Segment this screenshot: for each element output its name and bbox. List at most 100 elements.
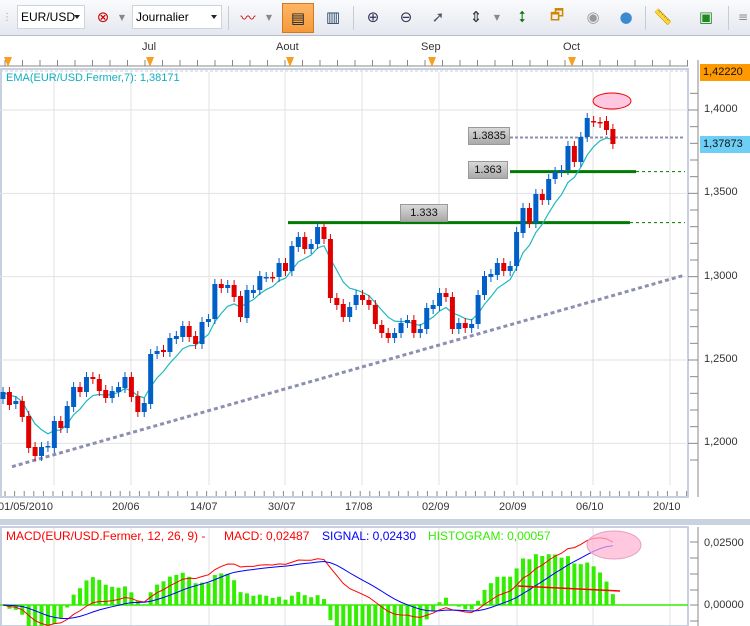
histogram-bar <box>289 595 294 605</box>
candle <box>565 146 571 170</box>
timeframe-select[interactable]: Journalier <box>132 5 222 29</box>
chevron-down-icon[interactable]: ▼ <box>493 5 501 29</box>
separator <box>645 6 646 30</box>
candle <box>539 194 545 200</box>
date-label: 06/10 <box>576 501 604 513</box>
pointer-zoom-icon[interactable]: ➚ <box>427 5 449 29</box>
symbol-select[interactable]: EUR/USD <box>17 5 85 29</box>
eye-icon[interactable]: ◉ <box>582 5 604 29</box>
date-label: 30/07 <box>268 501 296 513</box>
candle <box>546 179 552 200</box>
candle <box>449 297 455 329</box>
zoom-in-icon[interactable]: ⊕ <box>362 5 384 29</box>
histogram-bar <box>527 559 532 605</box>
zoom-out-icon[interactable]: ⊖ <box>395 5 417 29</box>
candle <box>372 305 378 324</box>
candle <box>244 290 250 318</box>
highlight-ellipse <box>586 530 642 560</box>
candle <box>173 336 179 339</box>
histogram-bar <box>315 595 320 605</box>
candle <box>366 300 372 305</box>
histogram-value: HISTOGRAM: 0,00057 <box>428 529 551 543</box>
candle <box>385 333 391 338</box>
price-tick: 1,2500 <box>704 353 738 365</box>
toolbar: ⋮ EUR/USD ⊗ ▼ Journalier 〰 ▼ ▤ ▥ ⊕ ⊖ ➚ ⇕… <box>0 0 750 36</box>
candle <box>482 276 487 295</box>
candle <box>514 232 520 266</box>
chart-bars-icon[interactable]: ▤ <box>282 3 314 33</box>
candle <box>6 392 12 405</box>
ruler-icon[interactable]: 📏 <box>652 5 674 29</box>
histogram-bar <box>309 597 314 605</box>
histogram-bar <box>58 605 63 619</box>
signal-value: SIGNAL: 0,02430 <box>322 529 417 543</box>
candle <box>154 351 160 354</box>
histogram-bar <box>591 566 596 605</box>
chart-type-icon[interactable]: 〰 <box>237 5 259 29</box>
pane-splitter <box>0 519 750 525</box>
histogram-bar <box>495 576 500 605</box>
symbol-value: EUR/USD <box>21 10 76 24</box>
candle <box>295 237 301 247</box>
histogram-bar <box>251 595 256 605</box>
fit-vertical-icon[interactable]: ⭥ <box>511 5 533 29</box>
candle <box>559 170 565 172</box>
candle <box>282 263 288 271</box>
histogram-bar <box>418 605 423 626</box>
candle <box>456 323 462 329</box>
histogram-bar <box>392 605 397 626</box>
chevron-down-icon[interactable]: ▼ <box>118 5 126 29</box>
candle <box>231 285 237 297</box>
candle <box>0 392 6 399</box>
histogram-bar <box>578 564 583 605</box>
more-icon[interactable]: ≡ <box>738 5 748 29</box>
candle <box>379 325 385 333</box>
macd-tick: 0,00000 <box>704 599 744 611</box>
macd-title: MACD(EUR/USD.Fermer, 12, 26, 9) - <box>6 529 206 543</box>
candle <box>135 396 141 412</box>
candle <box>141 403 147 412</box>
candle <box>488 274 494 277</box>
macd-tick: 0,02500 <box>704 537 744 549</box>
chart-list-icon[interactable]: ▥ <box>322 5 344 29</box>
histogram-bar <box>174 574 179 605</box>
candle <box>64 406 70 428</box>
date-label: 14/07 <box>190 501 218 513</box>
candle <box>308 244 314 249</box>
candle <box>58 421 64 428</box>
separator <box>353 6 354 30</box>
histogram-bar <box>244 593 249 605</box>
candle <box>430 305 436 309</box>
histogram-bar <box>270 598 275 605</box>
histogram-bar <box>585 562 590 605</box>
histogram-bar <box>559 557 564 605</box>
candle <box>109 391 115 398</box>
histogram-bar <box>572 563 577 605</box>
candle <box>225 285 231 288</box>
level-label[interactable]: 1.363 <box>468 161 508 179</box>
histogram-bar <box>71 594 76 605</box>
histogram-bar <box>354 605 359 626</box>
candle <box>180 326 186 337</box>
price-tick: 1,3000 <box>704 270 738 282</box>
date-label: 20/10 <box>653 501 681 513</box>
candle <box>603 121 609 130</box>
globe-icon[interactable]: ● <box>615 5 637 29</box>
histogram-bar <box>206 583 211 605</box>
level-label[interactable]: 1.333 <box>400 204 448 222</box>
macd-value: MACD: 0,02487 <box>224 529 310 543</box>
grip-icon[interactable]: ⋮ <box>2 5 12 29</box>
histogram-bar <box>116 587 121 605</box>
image-icon[interactable]: ▣ <box>695 5 717 29</box>
histogram-bar <box>103 584 108 605</box>
candle <box>250 290 256 293</box>
candle <box>584 118 590 137</box>
chevron-down-icon[interactable]: ▼ <box>265 5 273 29</box>
histogram-bar <box>219 573 224 605</box>
link-page-icon[interactable]: 🗗 <box>546 5 568 29</box>
candle <box>39 447 45 456</box>
candle <box>347 307 353 317</box>
level-label[interactable]: 1.3835 <box>468 127 510 145</box>
zoom-range-icon[interactable]: ⇕ <box>465 5 487 29</box>
unlink-icon[interactable]: ⊗ <box>92 5 114 29</box>
